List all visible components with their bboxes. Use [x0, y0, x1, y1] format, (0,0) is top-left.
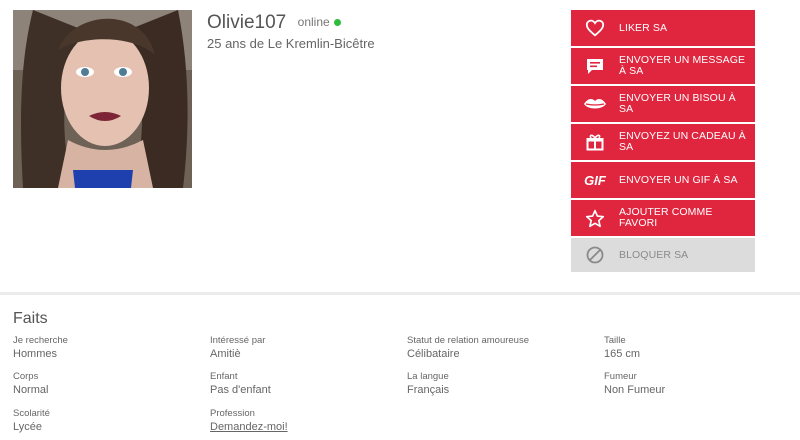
fact-label: Profession — [210, 408, 255, 419]
send-kiss-label: ENVOYER UN BISOU À SA — [619, 92, 736, 115]
send-gif-label: ENVOYER UN GIF À SA — [619, 173, 738, 186]
fact-label: Corps — [13, 371, 39, 382]
online-status-label: online — [297, 15, 330, 29]
block-icon — [571, 238, 619, 272]
fact-children: Enfant Pas d'enfant — [210, 371, 271, 396]
chat-icon — [571, 48, 619, 84]
fact-label: La langue — [407, 371, 449, 382]
block-label: BLOQUER SA — [619, 248, 689, 261]
fact-label: Intéressé par — [210, 335, 266, 346]
fact-value: Amitiè — [210, 348, 241, 360]
fact-label: Scolarité — [13, 408, 50, 419]
gif-icon: GIF — [571, 162, 619, 198]
profile-photo[interactable] — [13, 10, 192, 188]
fact-value: Non Fumeur — [604, 384, 666, 396]
ask-me-link[interactable]: Demandez-moi! — [210, 421, 288, 433]
heart-icon — [571, 10, 619, 46]
facts-title: Faits — [13, 310, 48, 327]
add-favorite-button[interactable]: AJOUTER COMME FAVORI — [571, 200, 755, 236]
username: Olivie107 — [207, 12, 287, 33]
fact-interested-in: Intéressé par Amitiè — [210, 335, 265, 360]
fact-label: Taille — [604, 335, 626, 346]
fact-label: Je recherche — [13, 335, 68, 346]
fact-value: Français — [407, 384, 450, 396]
fact-smoker: Fumeur Non Fumeur — [604, 371, 665, 396]
age-location: 25 ans de Le Kremlin-Bicêtre — [207, 36, 375, 51]
lips-icon — [571, 86, 619, 122]
send-gif-button[interactable]: GIF ENVOYER UN GIF À SA — [571, 162, 755, 198]
fact-relationship-status: Statut de relation amoureuse Célibataire — [407, 335, 529, 360]
send-kiss-button[interactable]: ENVOYER UN BISOU À SA — [571, 86, 755, 122]
online-status: online — [298, 15, 341, 29]
add-favorite-label: AJOUTER COMME FAVORI — [619, 206, 713, 229]
action-panel: LIKER SA ENVOYER UN MESSAGE À SA ENVOYER… — [571, 10, 755, 274]
like-button[interactable]: LIKER SA — [571, 10, 755, 46]
fact-value: Célibataire — [407, 348, 460, 360]
fact-profession: Profession Demandez-moi! — [210, 408, 288, 433]
fact-body: Corps Normal — [13, 371, 48, 396]
fact-height: Taille 165 cm — [604, 335, 640, 360]
profile-header: Olivie107 online 25 ans de Le Kremlin-Bi… — [207, 12, 375, 51]
fact-education: Scolarité Lycée — [13, 408, 50, 433]
section-divider — [0, 292, 800, 295]
online-dot-icon — [333, 19, 341, 26]
fact-label: Enfant — [210, 371, 238, 382]
fact-looking-for: Je recherche Hommes — [13, 335, 68, 360]
like-label: LIKER SA — [619, 21, 668, 34]
send-message-label: ENVOYER UN MESSAGE À SA — [619, 54, 746, 77]
fact-value: Hommes — [13, 348, 58, 360]
fact-language: La langue Français — [407, 371, 449, 396]
fact-value: Normal — [13, 384, 49, 396]
star-icon — [571, 200, 619, 236]
block-button[interactable]: BLOQUER SA — [571, 238, 755, 272]
send-message-button[interactable]: ENVOYER UN MESSAGE À SA — [571, 48, 755, 84]
fact-value: 165 cm — [604, 348, 641, 360]
fact-label: Fumeur — [604, 371, 637, 382]
gif-icon-text: GIF — [584, 172, 606, 188]
fact-value: Lycée — [13, 421, 42, 433]
gift-icon — [571, 124, 619, 160]
fact-label: Statut de relation amoureuse — [407, 335, 529, 346]
send-gift-label: ENVOYEZ UN CADEAU À SA — [619, 130, 746, 153]
send-gift-button[interactable]: ENVOYEZ UN CADEAU À SA — [571, 124, 755, 160]
fact-value: Pas d'enfant — [210, 384, 271, 396]
profile-photo-image — [13, 10, 192, 188]
